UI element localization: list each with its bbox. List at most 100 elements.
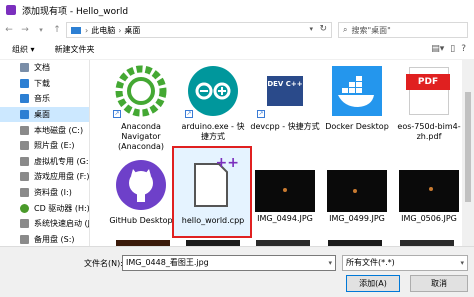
file-name: devcpp - 快捷方式 [250, 122, 320, 131]
plus-plus-badge: ++ [215, 155, 239, 171]
file-item-arduino[interactable]: ↗ arduino.exe - 快捷方式 [178, 62, 248, 142]
pdf-label: PDF [406, 74, 450, 90]
github-icon [111, 156, 171, 214]
sidebar-item-drive-c[interactable]: 本地磁盘 (C:) [0, 122, 89, 138]
scrollbar-thumb[interactable] [465, 92, 471, 202]
file-item-hello-world-cpp[interactable]: ++ hello_world.cpp [172, 146, 252, 238]
sidebar-item-label: 游戏应用盘 (F:) [34, 172, 90, 182]
file-grid: ↗ Anaconda Navigator (Anaconda) ↗ arduin… [96, 60, 462, 246]
filename-field[interactable]: IMG_0448_看图王.jpg ▾ [122, 255, 336, 271]
search-icon: ⌕ [343, 25, 348, 34]
vertical-scrollbar[interactable] [462, 60, 474, 246]
up-arrow-icon[interactable]: ↑ [50, 23, 64, 37]
chevron-down-icon[interactable]: ▾ [460, 256, 464, 270]
sidebar-item-drive-e[interactable]: 照片盘 (E:) [0, 138, 89, 154]
file-item-github[interactable]: GitHub Desktop [106, 156, 176, 226]
desktop-icon [20, 110, 29, 120]
visual-studio-icon [6, 5, 16, 15]
cpp-file-icon: ++ [183, 156, 243, 214]
sidebar-item-label: 桌面 [34, 110, 50, 120]
sidebar-item-downloads[interactable]: 下载 [0, 76, 89, 92]
add-button[interactable]: 添加(A) [346, 275, 400, 292]
moon-dot [429, 187, 433, 191]
sidebar-item-drive-i[interactable]: 资料盘 (I:) [0, 185, 89, 201]
dialog-footer: 文件名(N): IMG_0448_看图王.jpg ▾ 所有文件(*.*) ▾ 添… [0, 246, 474, 297]
file-name: arduino.exe - 快捷方式 [181, 122, 245, 141]
refresh-icon[interactable]: ↻ [319, 24, 327, 34]
file-name: GitHub Desktop [109, 216, 173, 225]
filename-value: IMG_0448_看图王.jpg [126, 258, 209, 267]
sidebar-item-drive-f[interactable]: 游戏应用盘 (F:) [0, 169, 89, 185]
file-name: IMG_0494.JPG [257, 214, 313, 223]
moon-dot [353, 189, 357, 193]
cancel-button[interactable]: 取消 [410, 275, 468, 292]
file-item-img-0499[interactable]: IMG_0499.JPG [322, 156, 392, 224]
anaconda-icon: ↗ [111, 62, 171, 120]
sidebar-item-label: 音乐 [34, 94, 50, 104]
file-item-anaconda[interactable]: ↗ Anaconda Navigator (Anaconda) [106, 62, 176, 152]
sidebar-item-label: 资料盘 (I:) [34, 188, 72, 198]
navigation-pane: 文档 下载 音乐 桌面 本地磁盘 (C:) 照片盘 (E:) 虚拟机专用 (G:… [0, 60, 90, 246]
chevron-down-icon[interactable]: ▾ [328, 256, 332, 270]
sidebar-item-label: 下载 [34, 78, 50, 88]
filename-label: 文件名(N): [84, 259, 123, 268]
sidebar-item-label: 文档 [34, 63, 50, 73]
sidebar-item-drive-h[interactable]: CD 驱动器 (H:) [0, 200, 89, 216]
back-arrow-icon[interactable]: ← [2, 23, 16, 37]
title-bar: 添加现有项 - Hello_world [0, 0, 474, 20]
shortcut-arrow-icon: ↗ [185, 110, 193, 118]
search-input[interactable]: ⌕ 搜索"桌面" [338, 22, 468, 38]
search-placeholder: 搜索"桌面" [351, 25, 391, 35]
chevron-down-icon[interactable]: ▾ [309, 25, 313, 33]
crumb-this-pc[interactable]: 此电脑 [91, 25, 115, 36]
file-item-devcpp[interactable]: DEV C++ ↗ devcpp - 快捷方式 [250, 62, 320, 132]
file-type-select[interactable]: 所有文件(*.*) ▾ [342, 255, 468, 271]
breadcrumb[interactable]: › 此电脑 › 桌面 ▾ ↻ [66, 22, 332, 38]
photo-thumbnail [327, 170, 387, 212]
sidebar-item-label: 照片盘 (E:) [34, 141, 75, 151]
sidebar-item-label: CD 驱动器 (H:) [34, 203, 90, 213]
help-icon[interactable]: ? [461, 44, 466, 54]
preview-pane-icon[interactable]: ▯ [450, 44, 455, 54]
view-options-icon[interactable]: ▤▾ [431, 44, 444, 54]
file-type-value: 所有文件(*.*) [346, 258, 395, 267]
drive-icon [20, 156, 29, 166]
sidebar-item-music[interactable]: 音乐 [0, 91, 89, 107]
file-name: Anaconda Navigator (Anaconda) [117, 122, 165, 151]
moon-dot [283, 188, 287, 192]
folder-icon [71, 26, 81, 34]
sidebar-item-drive-s[interactable]: 备用盘 (S:) [0, 232, 89, 246]
forward-arrow-icon[interactable]: → [18, 23, 32, 37]
sidebar-item-desktop[interactable]: 桌面 [0, 106, 89, 123]
file-item-pdf[interactable]: PDF eos-750d-bim4-zh.pdf [394, 62, 462, 142]
drive-icon [20, 219, 29, 229]
sidebar-item-label: 本地磁盘 (C:) [34, 125, 84, 135]
file-name: hello_world.cpp [181, 216, 245, 225]
drive-icon [20, 141, 29, 151]
file-name: Docker Desktop [325, 122, 389, 131]
organize-button[interactable]: 组织 ▾ [12, 44, 35, 55]
download-icon [20, 78, 29, 88]
sidebar-item-label: 系统快速启动 (J:) [34, 219, 90, 229]
file-item-img-0494[interactable]: IMG_0494.JPG [250, 156, 320, 224]
command-bar: 组织 ▾ 新建文件夹 ▤▾ ▯ ? [0, 40, 474, 60]
shortcut-arrow-icon: ↗ [113, 110, 121, 118]
sidebar-item-label: 备用盘 (S:) [34, 234, 75, 244]
devcpp-logo: DEV C++ [267, 76, 303, 106]
sidebar-item-documents[interactable]: 文档 [0, 60, 89, 76]
file-name: eos-750d-bim4-zh.pdf [397, 122, 461, 141]
recent-dropdown-icon[interactable]: ▾ [34, 23, 48, 37]
document-icon [20, 63, 29, 73]
new-folder-button[interactable]: 新建文件夹 [55, 44, 95, 55]
file-name: IMG_0506.JPG [401, 214, 457, 223]
crumb-desktop[interactable]: 桌面 [124, 25, 140, 36]
file-item-img-0506[interactable]: IMG_0506.JPG [394, 156, 462, 224]
sidebar-item-label: 虚拟机专用 (G:) [34, 156, 90, 166]
sidebar-item-drive-g[interactable]: 虚拟机专用 (G:) [0, 154, 89, 170]
arduino-icon: ↗ [183, 62, 243, 120]
docker-icon [327, 62, 387, 120]
music-icon [20, 94, 29, 104]
sidebar-item-drive-j[interactable]: 系统快速启动 (J:) [0, 216, 89, 232]
address-bar-row: ← → ▾ ↑ › 此电脑 › 桌面 ▾ ↻ ⌕ 搜索"桌面" [0, 20, 474, 40]
file-item-docker[interactable]: Docker Desktop [322, 62, 392, 132]
